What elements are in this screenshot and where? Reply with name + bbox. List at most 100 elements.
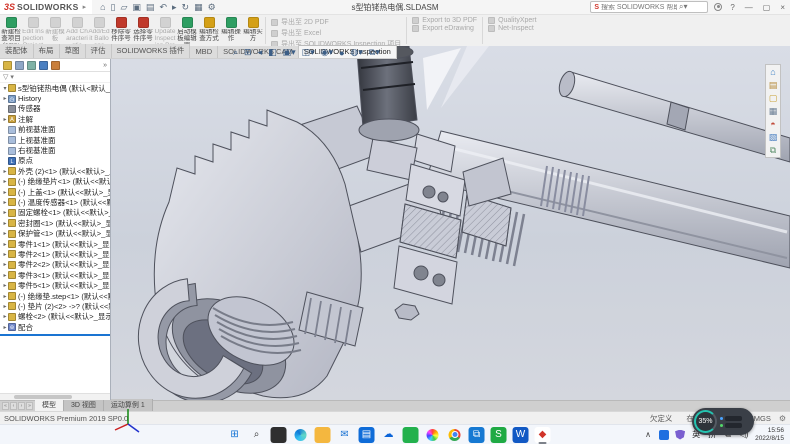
displaymanager-tab-icon[interactable] xyxy=(51,61,60,70)
tree-item[interactable]: ▸ 外壳 (2)<1> (默认<<默认>_显示状 xyxy=(0,166,110,176)
tree-horizontal-scrollbar[interactable] xyxy=(0,393,110,400)
rebuild-icon[interactable]: ↻ xyxy=(182,2,190,13)
tab-nav-arrow-icon[interactable]: › xyxy=(18,402,25,410)
new-template-button[interactable]: 新建模板 xyxy=(44,15,66,46)
tab-nav-arrow-icon[interactable]: « xyxy=(2,402,9,410)
minimize-button[interactable]: — xyxy=(743,3,755,12)
restore-button[interactable]: ▢ xyxy=(761,3,773,12)
onedrive-icon[interactable]: ☁ xyxy=(381,427,397,443)
forum-icon[interactable]: ⧉ xyxy=(770,145,776,155)
store-icon[interactable]: ▤ xyxy=(359,427,375,443)
tree-item[interactable]: ▸ A 注解 xyxy=(0,114,110,124)
tree-item[interactable]: ▸ 零件1<1> (默认<<默认>_显示状态 xyxy=(0,239,110,249)
export-3d-pdf-item[interactable]: Export to 3D PDF xyxy=(412,17,477,24)
model-tab[interactable]: 模型 xyxy=(35,399,64,411)
view-palette-icon[interactable]: ▦ xyxy=(769,106,778,116)
view-settings-icon[interactable]: ⧉▾ xyxy=(369,47,380,58)
command-tab[interactable]: SOLIDWORKS 插件 xyxy=(112,44,191,58)
tree-filter-row[interactable]: ▽ ▾ xyxy=(0,72,110,83)
tree-item[interactable]: ▸ 零件2<2> (默认<<默认>_显示状态 xyxy=(0,260,110,270)
model-tab[interactable]: 3D 视图 xyxy=(64,399,104,411)
undo-icon[interactable]: ↶ xyxy=(159,2,167,13)
zoom-percentage-badge[interactable]: 35% xyxy=(694,410,717,433)
tray-blue-app-icon[interactable] xyxy=(659,430,669,440)
add-characteristic-button[interactable]: Add Characteristic xyxy=(66,15,88,46)
file-explorer-icon[interactable] xyxy=(315,427,331,443)
chrome-icon[interactable] xyxy=(447,427,463,443)
net-inspect-item[interactable]: Net-Inspect xyxy=(488,25,537,32)
apply-scene-icon[interactable]: ◍▾ xyxy=(351,47,363,58)
tree-item[interactable]: ▸ ⊚ 配合 xyxy=(0,322,110,332)
phone-link-icon[interactable]: ⧉ xyxy=(469,427,485,443)
tree-item[interactable]: ▸ ◷ History xyxy=(0,93,110,103)
tree-item[interactable]: 前视基准面 xyxy=(0,125,110,135)
start-button[interactable]: ⊞ xyxy=(227,427,243,443)
command-tab[interactable]: 草图 xyxy=(60,44,86,58)
new-inspection-project-button[interactable]: 新建检查项目 (amp;N) xyxy=(0,15,22,46)
tree-item[interactable]: 右视基准面 xyxy=(0,145,110,155)
tree-item[interactable]: ▸ 螺栓<2> (默认<<默认>_显示状态 xyxy=(0,312,110,322)
search-icon[interactable]: ⌕ xyxy=(249,427,265,443)
mail-icon[interactable]: ✉ xyxy=(337,427,353,443)
design-library-icon[interactable]: ▤ xyxy=(769,80,778,90)
status-options-icon[interactable]: ⚙ xyxy=(779,414,790,423)
tree-item[interactable]: ▸ 固定螺栓<1> (默认<<默认>_显示 xyxy=(0,208,110,218)
panel-overflow-icon[interactable]: » xyxy=(103,62,107,69)
export-2d-pdf-item[interactable]: 导出至 2D PDF xyxy=(271,17,401,27)
tree-item[interactable]: ▸ (-) 温度传感器<1> (默认<<默认>_ xyxy=(0,197,110,207)
tree-item[interactable]: ▸ 密封圈<1> (默认<<默认>_显示状 xyxy=(0,218,110,228)
tree-item[interactable]: ▸ 零件5<1> (默认<<默认>_显示状态 xyxy=(0,280,110,290)
add-edit-balloons-button[interactable]: Add/Edit Balloons xyxy=(88,15,110,46)
appearances-scenes-icon[interactable]: ◓ xyxy=(770,119,775,129)
menu-expand-arrow-icon[interactable]: ▸ xyxy=(83,3,87,11)
recorder-control-2[interactable] xyxy=(725,423,742,428)
tree-item[interactable]: L 原点 xyxy=(0,156,110,166)
green-app-icon[interactable] xyxy=(403,427,419,443)
file-explorer-icon[interactable]: ▢ xyxy=(769,93,778,103)
tree-item[interactable]: ▸ (-) 垫片 (2)<2> ->? (默认<<默认> xyxy=(0,301,110,311)
tree-root-item[interactable]: ▾ s型铂铑热电偶 (默认<默认_显示状态-1 xyxy=(0,83,110,93)
edge-icon[interactable] xyxy=(293,427,309,443)
update-inspection-project-button[interactable]: Update Inspection Project xyxy=(154,15,176,46)
search-box[interactable]: S ⌕▾ xyxy=(590,1,708,13)
open-icon[interactable]: ▱ xyxy=(120,2,127,13)
export-excel-item[interactable]: 导出至 Excel xyxy=(271,28,401,38)
save-icon[interactable]: ▣ xyxy=(132,2,141,13)
select-balloons-button[interactable]: 选择零件序号 xyxy=(132,15,154,46)
graphics-area[interactable] xyxy=(111,46,790,400)
task-view-icon[interactable] xyxy=(271,427,287,443)
select-icon[interactable]: ▸ xyxy=(172,2,177,13)
taskbar-clock[interactable]: 15:56 2022/8/15 xyxy=(755,427,788,442)
close-button[interactable]: × xyxy=(778,3,787,12)
tray-expand-icon[interactable]: ∧ xyxy=(643,430,653,439)
tree-item[interactable]: ▸ (-) 绝缘垫片<1> (默认<<默认>_显 xyxy=(0,177,110,187)
configurationmanager-tab-icon[interactable] xyxy=(27,61,36,70)
tab-nav-arrow-icon[interactable]: ‹ xyxy=(10,402,17,410)
tree-item[interactable]: ▸ (-) 上盖<1> (默认<<默认>_显示状 xyxy=(0,187,110,197)
tree-item[interactable]: ▸ 零件3<1> (默认<<默认>_显示状态 xyxy=(0,270,110,280)
new-document-icon[interactable]: ▯ xyxy=(111,2,116,13)
color-wheel-app-icon[interactable] xyxy=(425,427,441,443)
security-shield-icon[interactable] xyxy=(675,430,685,440)
hide-show-items-icon[interactable]: ◉▾ xyxy=(321,47,333,58)
command-tab[interactable]: 评估 xyxy=(86,44,112,58)
command-tab[interactable]: MBD xyxy=(190,46,218,58)
tree-item[interactable]: ▸ 保护管<1> (默认<<默认>_显示状 xyxy=(0,228,110,238)
print-icon[interactable]: ▤ xyxy=(146,2,155,13)
command-tab[interactable]: 布局 xyxy=(34,44,60,58)
search-input[interactable] xyxy=(601,4,677,11)
scrollbar-thumb[interactable] xyxy=(14,395,72,399)
solidworks-app-icon[interactable]: ◆ xyxy=(535,427,551,443)
display-style-icon[interactable]: ◫▾ xyxy=(302,47,315,58)
export-edrawing-item[interactable]: Export eDrawing xyxy=(412,25,477,32)
section-view-icon[interactable]: ◧ xyxy=(268,47,277,58)
tree-item[interactable]: 传感器 xyxy=(0,104,110,114)
propertymanager-tab-icon[interactable] xyxy=(15,61,24,70)
custom-properties-icon[interactable]: ▧ xyxy=(769,132,778,142)
login-icon[interactable] xyxy=(714,3,722,11)
qualityxpert-item[interactable]: QualityXpert xyxy=(488,17,537,24)
s-app-icon[interactable]: S xyxy=(491,427,507,443)
file-properties-icon[interactable]: ▦ xyxy=(194,2,203,13)
view-orientation-icon[interactable]: ▣▾ xyxy=(283,47,296,58)
word-icon[interactable]: W xyxy=(513,427,529,443)
